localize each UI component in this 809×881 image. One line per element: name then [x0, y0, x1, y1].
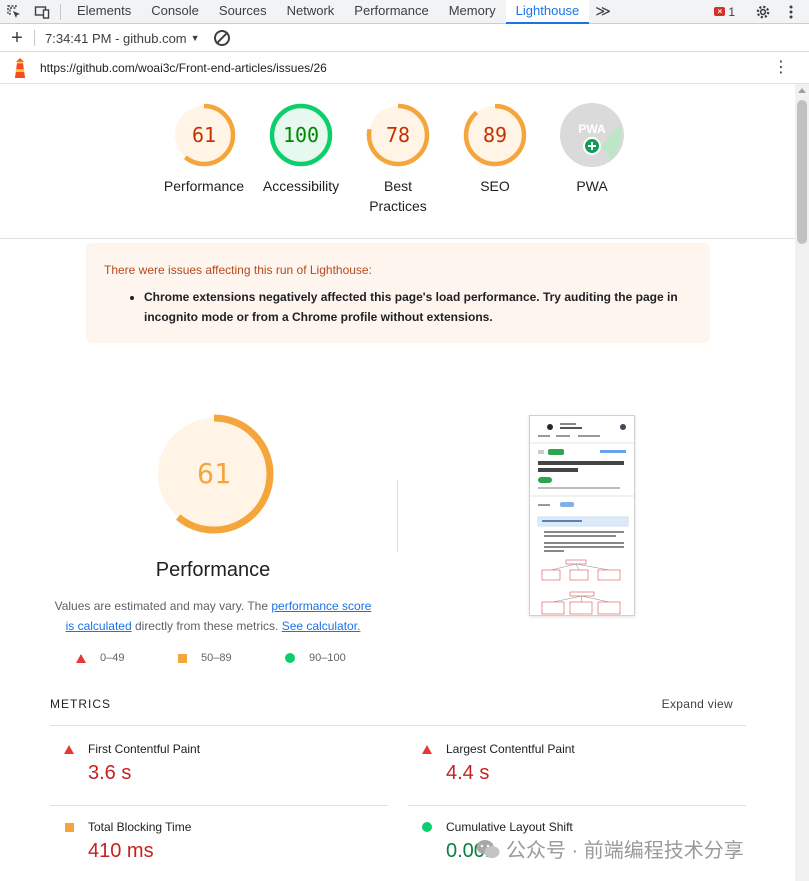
see-calculator-link[interactable]: See calculator.: [282, 619, 361, 633]
fail-triangle-icon: [408, 744, 446, 754]
report-select-label: 7:34:41 PM - github.com: [45, 30, 187, 46]
devtools-tabbar: Elements Console Sources Network Perform…: [0, 0, 809, 24]
gauge-score: 61: [192, 123, 216, 147]
square-icon: [178, 653, 187, 663]
divider: [408, 805, 746, 806]
perf-desc-prefix: Values are estimated and may vary. The: [54, 599, 272, 613]
error-badge[interactable]: × 1: [714, 5, 735, 19]
pwa-badge-text: PWA: [578, 122, 606, 136]
legend-average: 50–89: [178, 652, 232, 664]
performance-score-link[interactable]: performance score: [271, 599, 371, 613]
gauge-label: Accessibility: [262, 178, 340, 194]
error-count: 1: [728, 4, 735, 19]
warning-title: There were issues affecting this run of …: [104, 263, 372, 277]
pass-circle-icon: [408, 822, 446, 832]
average-square-icon: [50, 822, 88, 832]
legend-range: 0–49: [100, 652, 125, 664]
gauge-seo[interactable]: 89 SEO: [445, 102, 545, 196]
metric-value: 4.4 s: [446, 762, 490, 784]
report-select[interactable]: 7:34:41 PM - github.com ▼: [45, 31, 200, 46]
tab-elements[interactable]: Elements: [67, 0, 141, 24]
expand-view-button[interactable]: Expand view: [662, 697, 733, 711]
metric-largest-contentful-paint[interactable]: Largest Contentful Paint 4.4 s: [408, 742, 746, 785]
settings-gear-icon[interactable]: [749, 0, 777, 24]
gauge-ring: 61: [172, 103, 236, 167]
more-tabs-icon[interactable]: ≫: [589, 1, 617, 23]
scroll-up-arrow-icon[interactable]: [798, 88, 806, 93]
warning-list: Chrome extensions negatively affected th…: [144, 287, 692, 327]
inspect-element-icon[interactable]: [0, 0, 28, 24]
metric-value: 410 ms: [88, 840, 154, 862]
device-toolbar-icon[interactable]: [28, 0, 56, 24]
metrics-title: METRICS: [50, 697, 111, 711]
wechat-icon: [476, 839, 500, 858]
triangle-icon: [76, 653, 86, 663]
gauge-label: Best Practices: [369, 178, 427, 214]
watermark: 公众号 · 前端编程技术分享: [476, 834, 744, 863]
watermark-text: 公众号 · 前端编程技术分享: [506, 840, 744, 862]
metric-name: First Contentful Paint: [88, 742, 201, 756]
divider: [50, 725, 746, 726]
separator: [34, 30, 35, 46]
tab-sources[interactable]: Sources: [209, 0, 277, 24]
scroll-thumb[interactable]: [797, 100, 807, 244]
final-screenshot-thumbnail[interactable]: [529, 415, 635, 616]
metric-name: Total Blocking Time: [88, 820, 192, 834]
separator: [60, 3, 61, 20]
caret-down-icon: ▼: [190, 33, 200, 43]
performance-big-score: 61: [197, 457, 231, 490]
pwa-badge-icon: PWA: [560, 103, 624, 167]
gauge-performance[interactable]: 61 Performance: [154, 102, 254, 196]
error-icon: ×: [714, 7, 726, 16]
legend-range: 90–100: [309, 652, 346, 664]
scrollbar[interactable]: [795, 84, 809, 881]
divider: [50, 805, 388, 806]
tab-console[interactable]: Console: [141, 0, 209, 24]
new-report-plus-icon[interactable]: +: [0, 28, 34, 48]
report-menu-icon[interactable]: ⋮: [773, 60, 789, 76]
performance-big-gauge: 61: [154, 414, 274, 534]
gauge-label: Performance: [163, 178, 245, 194]
runtime-warning-box: There were issues affecting this run of …: [86, 243, 710, 343]
legend-pass: 90–100: [285, 652, 346, 664]
vertical-divider: [397, 480, 398, 552]
gauge-score: 89: [483, 123, 507, 147]
gauge-ring: 100: [269, 103, 333, 167]
metric-name: Cumulative Layout Shift: [446, 820, 573, 834]
circle-icon: [285, 653, 295, 663]
gauge-ring: 78: [366, 103, 430, 167]
metric-value: 3.6 s: [88, 762, 132, 784]
metrics-header: METRICS Expand view: [50, 697, 746, 711]
is-calculated-link[interactable]: is calculated: [66, 619, 132, 633]
gauge-pwa[interactable]: PWA PWA: [542, 102, 642, 196]
performance-title: Performance: [155, 559, 271, 581]
tab-lighthouse[interactable]: Lighthouse: [505, 0, 590, 24]
legend-fail: 0–49: [76, 652, 124, 664]
gauge-score: 78: [386, 123, 410, 147]
perf-desc-mid: directly from these metrics.: [131, 619, 282, 633]
category-gauges: 61 Performance 100 Accessibility 78 Best…: [0, 84, 795, 239]
lighthouse-logo-icon: [0, 58, 40, 78]
gauge-best-practices[interactable]: 78 Best Practices: [348, 102, 448, 216]
lighthouse-toolbar: + 7:34:41 PM - github.com ▼: [0, 25, 809, 52]
fail-triangle-icon: [50, 744, 88, 754]
clear-all-icon[interactable]: [213, 30, 230, 46]
tab-memory[interactable]: Memory: [439, 0, 506, 24]
metric-first-contentful-paint[interactable]: First Contentful Paint 3.6 s: [50, 742, 388, 785]
report-url-bar: https://github.com/woai3c/Front-end-arti…: [0, 53, 809, 84]
warning-item: Chrome extensions negatively affected th…: [144, 287, 692, 327]
gauge-label: SEO: [480, 178, 510, 194]
performance-description: Values are estimated and may vary. The p…: [40, 596, 386, 636]
legend-range: 50–89: [201, 652, 232, 664]
gauge-label: PWA: [576, 178, 608, 194]
metric-total-blocking-time[interactable]: Total Blocking Time 410 ms: [50, 820, 388, 863]
metric-name: Largest Contentful Paint: [446, 742, 575, 756]
report-url: https://github.com/woai3c/Front-end-arti…: [40, 61, 327, 75]
gauge-score: 100: [283, 123, 319, 147]
gauge-accessibility[interactable]: 100 Accessibility: [251, 102, 351, 196]
more-options-icon[interactable]: [777, 0, 805, 24]
tab-network[interactable]: Network: [277, 0, 345, 24]
tab-performance[interactable]: Performance: [344, 0, 438, 24]
gauge-ring: 89: [463, 103, 527, 167]
